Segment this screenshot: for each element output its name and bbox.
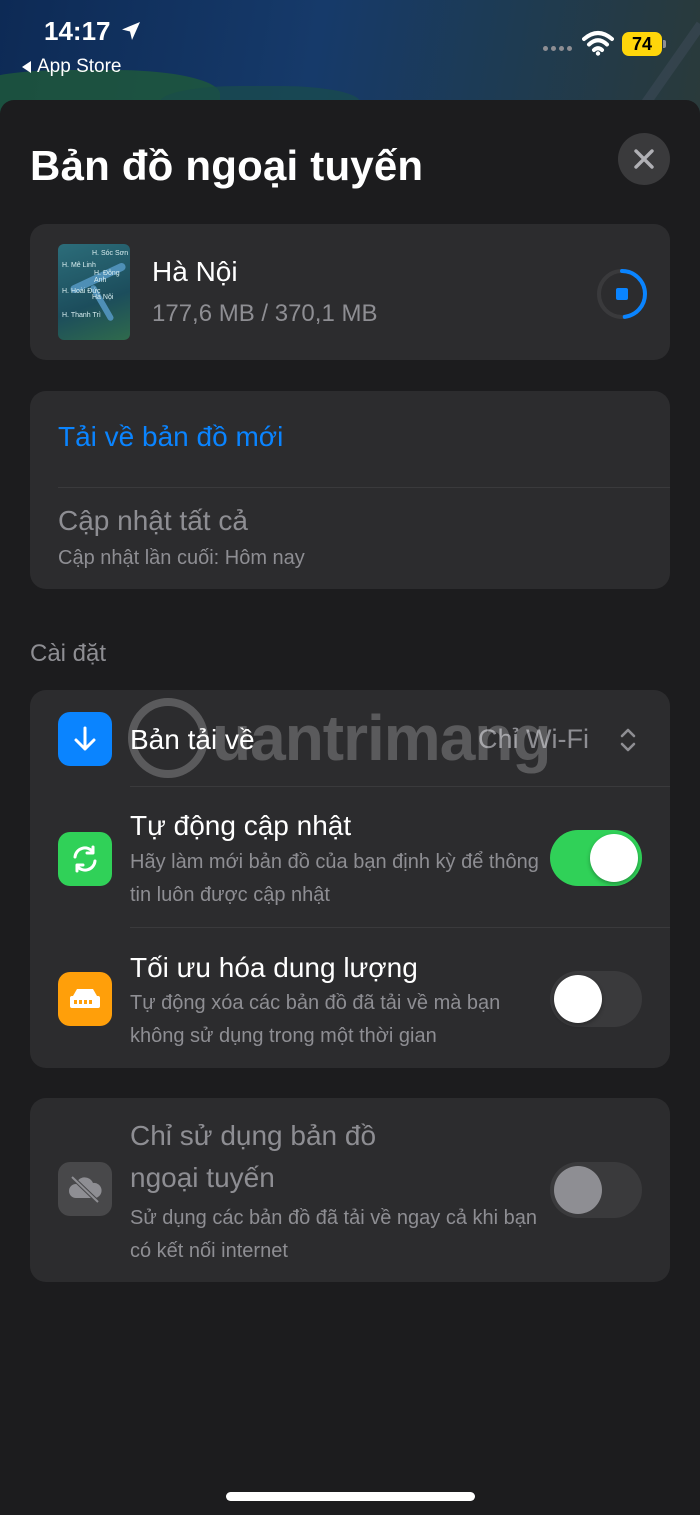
offline-only-card: Chỉ sử dụng bản đồ ngoại tuyến Sử dụng c… xyxy=(30,1098,670,1282)
divider xyxy=(130,786,670,787)
actions-card: Tải về bản đồ mới Cập nhật tất cả Cập nh… xyxy=(30,391,670,589)
clock: 14:17 xyxy=(44,16,111,46)
back-app-label: App Store xyxy=(37,56,122,77)
close-button[interactable] xyxy=(618,133,670,185)
location-arrow-icon xyxy=(122,22,140,40)
offline-only-toggle[interactable] xyxy=(550,1162,642,1218)
battery-indicator: 74 xyxy=(622,32,662,56)
status-bar: 14:17 App Store 74 xyxy=(0,0,700,90)
divider xyxy=(58,487,670,488)
auto-update-description: Hãy làm mới bản đồ của bạn định kỳ để th… xyxy=(130,851,539,906)
offline-maps-sheet: Bản đồ ngoại tuyến H. Sóc Sơn H. Mê Linh… xyxy=(0,100,700,1515)
refresh-icon xyxy=(58,832,112,886)
map-name: Hà Nội xyxy=(152,256,238,287)
stop-icon xyxy=(616,288,628,300)
stop-download-button[interactable] xyxy=(596,268,648,320)
download-size: 177,6 MB / 370,1 MB xyxy=(152,300,378,327)
thumb-label: Hà Nội xyxy=(92,294,114,301)
page-title: Bản đồ ngoại tuyến xyxy=(30,142,424,189)
back-arrow-icon xyxy=(22,61,31,73)
downloads-value-select[interactable]: Chỉ Wi-Fi xyxy=(478,724,589,755)
battery-tip xyxy=(663,40,666,48)
auto-update-title: Tự động cập nhật xyxy=(130,810,352,841)
map-thumbnail: H. Sóc Sơn H. Mê Linh H. Đông Anh H. Hoà… xyxy=(58,244,130,340)
update-all-button[interactable]: Cập nhật tất cả xyxy=(58,505,248,537)
settings-section-header: Cài đặt xyxy=(30,640,107,667)
offline-only-title-line2: ngoại tuyến xyxy=(130,1162,275,1193)
divider xyxy=(130,927,670,928)
downloads-label: Bản tải về xyxy=(130,724,255,755)
xmark-icon xyxy=(634,149,654,169)
offline-only-title-line1: Chỉ sử dụng bản đồ xyxy=(130,1120,377,1151)
home-indicator[interactable] xyxy=(226,1492,475,1501)
download-new-map-button[interactable]: Tải về bản đồ mới xyxy=(58,421,283,453)
last-update-text: Cập nhật lần cuối: Hôm nay xyxy=(58,547,305,569)
thumb-label: H. Thanh Trì xyxy=(62,312,101,319)
optimize-storage-title: Tối ưu hóa dung lượng xyxy=(130,952,418,983)
thumb-label: H. Mê Linh xyxy=(62,262,96,269)
thumb-label: H. Sóc Sơn xyxy=(92,250,129,257)
storage-drive-icon xyxy=(58,972,112,1026)
optimize-storage-toggle[interactable] xyxy=(550,971,642,1027)
thumb-label: H. Đông Anh xyxy=(94,270,120,284)
download-arrow-icon xyxy=(58,712,112,766)
settings-card: Bản tải về Chỉ Wi-Fi Tự động cập nhật Hã… xyxy=(30,690,670,1068)
downloading-map-card[interactable]: H. Sóc Sơn H. Mê Linh H. Đông Anh H. Hoà… xyxy=(30,224,670,360)
optimize-storage-description: Tự động xóa các bản đồ đã tải về mà bạn … xyxy=(130,992,501,1047)
chevron-up-down-icon xyxy=(620,728,636,752)
cellular-signal-icon xyxy=(543,46,572,51)
cloud-slash-icon xyxy=(58,1162,112,1216)
back-to-app-link[interactable]: App Store xyxy=(22,56,122,78)
offline-only-description: Sử dụng các bản đồ đã tải về ngay cả khi… xyxy=(130,1207,538,1262)
wifi-icon xyxy=(582,31,614,56)
auto-update-toggle[interactable] xyxy=(550,830,642,886)
